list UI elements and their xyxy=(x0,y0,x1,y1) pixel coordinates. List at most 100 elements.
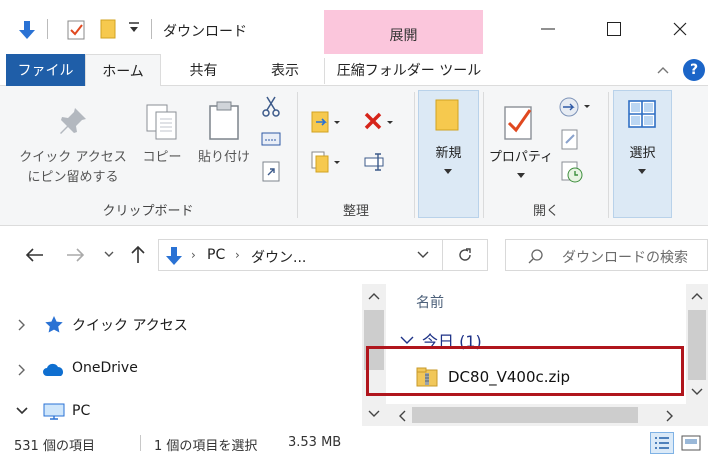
new-label: 新規 xyxy=(435,146,462,161)
search-box[interactable]: ダウンロードの検索 xyxy=(505,239,708,271)
tab-compressed-folder-tools[interactable]: 圧縮フォルダー ツール xyxy=(330,54,488,86)
move-to-icon[interactable] xyxy=(310,110,342,134)
scroll-up-chevron-icon[interactable] xyxy=(368,292,380,300)
close-button[interactable] xyxy=(660,14,700,44)
pin-label-line2: にピン留めする xyxy=(27,170,119,185)
column-header-name[interactable]: 名前 xyxy=(416,292,444,312)
group-separator xyxy=(414,92,415,218)
nav-label-onedrive: OneDrive xyxy=(72,360,138,376)
back-arrow-icon[interactable] xyxy=(24,247,44,263)
pin-to-quick-access-button[interactable]: クイック アクセス にピン留めする xyxy=(12,94,132,198)
address-dropdown-chevron-icon[interactable] xyxy=(417,251,429,259)
paste-button[interactable]: 貼り付け xyxy=(190,94,256,198)
new-folder-big-icon xyxy=(433,99,463,133)
onedrive-cloud-icon xyxy=(42,363,66,377)
copy-icon xyxy=(145,103,179,141)
ribbon: クイック アクセス にピン留めする コピー 貼り付け クリップボード 整理 新規… xyxy=(0,86,708,226)
qat-divider xyxy=(151,19,152,39)
status-divider xyxy=(140,435,141,451)
new-button[interactable]: 新規 xyxy=(418,90,479,218)
expand-chevron-icon[interactable] xyxy=(18,364,26,376)
properties-check-icon[interactable] xyxy=(67,18,87,40)
context-tab-header-label: 展開 xyxy=(389,28,418,44)
new-folder-icon[interactable] xyxy=(100,18,120,40)
ribbon-tab-bar: ファイル ホーム 共有 表示 圧縮フォルダー ツール ? xyxy=(0,54,708,87)
status-bar: 531 個の項目 1 個の項目を選択 3.53 MB xyxy=(0,426,708,459)
help-icon[interactable]: ? xyxy=(683,59,705,81)
rename-icon[interactable] xyxy=(363,150,387,174)
details-view-icon[interactable] xyxy=(650,432,674,454)
select-label: 選択 xyxy=(629,146,656,161)
status-size: 3.53 MB xyxy=(288,435,342,450)
nav-label-quick-access: クイック アクセス xyxy=(72,318,188,334)
select-button[interactable]: 選択 xyxy=(613,90,672,218)
cut-scissors-icon[interactable] xyxy=(262,96,280,118)
pin-label-line1: クイック アクセス xyxy=(19,150,127,165)
tab-view[interactable]: 表示 xyxy=(246,54,324,86)
file-pane-scrollbar[interactable] xyxy=(686,284,708,426)
qat-customize-chevron-icon[interactable] xyxy=(128,20,140,36)
nav-item-quick-access[interactable]: クイック アクセス xyxy=(0,306,360,342)
history-icon[interactable] xyxy=(560,160,584,184)
horizontal-scrollbar[interactable] xyxy=(386,404,686,426)
properties-dropdown-chevron-icon xyxy=(517,173,525,179)
open-with-icon[interactable] xyxy=(558,96,594,118)
pc-monitor-icon xyxy=(42,403,66,421)
refresh-icon[interactable] xyxy=(457,247,473,263)
tab-share[interactable]: 共有 xyxy=(161,54,246,86)
search-placeholder: ダウンロードの検索 xyxy=(562,250,688,266)
address-bar[interactable]: › PC › ダウン... xyxy=(158,239,488,271)
collapse-ribbon-chevron-icon[interactable] xyxy=(656,63,670,77)
paste-clipboard-icon xyxy=(207,101,241,141)
nav-item-pc[interactable]: PC xyxy=(0,396,360,426)
group-collapse-chevron-icon[interactable] xyxy=(400,335,414,345)
pin-icon xyxy=(57,105,89,137)
scroll-right-chevron-icon[interactable] xyxy=(666,410,674,422)
edit-icon[interactable] xyxy=(560,128,580,150)
clipboard-group-label: クリップボード xyxy=(102,204,194,219)
scroll-down-chevron-icon[interactable] xyxy=(368,410,380,418)
up-arrow-icon[interactable] xyxy=(130,244,146,264)
context-tab-header: 展開 xyxy=(324,10,483,55)
scroll-up-chevron-icon[interactable] xyxy=(691,292,703,300)
copy-path-icon[interactable] xyxy=(261,132,281,146)
properties-button[interactable]: プロパティ xyxy=(486,94,554,198)
search-icon xyxy=(528,248,544,264)
scrollbar-thumb[interactable] xyxy=(688,310,706,380)
collapse-chevron-icon[interactable] xyxy=(16,407,28,415)
expand-chevron-icon[interactable] xyxy=(18,319,26,331)
breadcrumb-separator-icon: › xyxy=(235,248,240,262)
scroll-left-chevron-icon[interactable] xyxy=(398,410,406,422)
properties-check-big-icon xyxy=(503,101,537,141)
select-dropdown-chevron-icon xyxy=(638,169,646,175)
nav-item-onedrive[interactable]: OneDrive xyxy=(0,351,360,387)
scroll-down-chevron-icon[interactable] xyxy=(691,388,703,396)
breadcrumb-separator-icon: › xyxy=(191,248,196,262)
copy-label: コピー xyxy=(142,150,182,165)
status-selection: 1 個の項目を選択 xyxy=(154,439,258,454)
paste-label: 貼り付け xyxy=(197,150,250,165)
large-icons-view-icon[interactable] xyxy=(680,433,702,453)
copy-to-icon[interactable] xyxy=(310,150,342,174)
breadcrumb-pc[interactable]: PC xyxy=(207,247,225,263)
minimize-button[interactable] xyxy=(528,14,568,44)
download-arrow-icon[interactable] xyxy=(18,20,36,40)
forward-arrow-icon[interactable] xyxy=(66,247,86,263)
address-divider xyxy=(442,240,443,270)
tab-file[interactable]: ファイル xyxy=(6,54,85,86)
breadcrumb-downloads[interactable]: ダウン... xyxy=(251,247,306,267)
new-dropdown-chevron-icon xyxy=(444,169,452,175)
highlight-annotation-box xyxy=(366,346,684,396)
paste-shortcut-icon[interactable] xyxy=(262,160,280,182)
recent-locations-chevron-icon[interactable] xyxy=(104,251,114,259)
maximize-button[interactable] xyxy=(594,14,634,44)
delete-x-icon[interactable] xyxy=(363,110,395,134)
tab-home[interactable]: ホーム xyxy=(85,54,161,87)
tab-divider xyxy=(324,58,325,84)
qat-divider xyxy=(47,19,48,39)
scrollbar-thumb[interactable] xyxy=(412,407,638,423)
title-bar: ダウンロード 展開 xyxy=(0,0,708,55)
copy-button[interactable]: コピー xyxy=(136,94,186,198)
properties-label: プロパティ xyxy=(488,150,554,165)
select-grid-icon xyxy=(627,99,657,129)
